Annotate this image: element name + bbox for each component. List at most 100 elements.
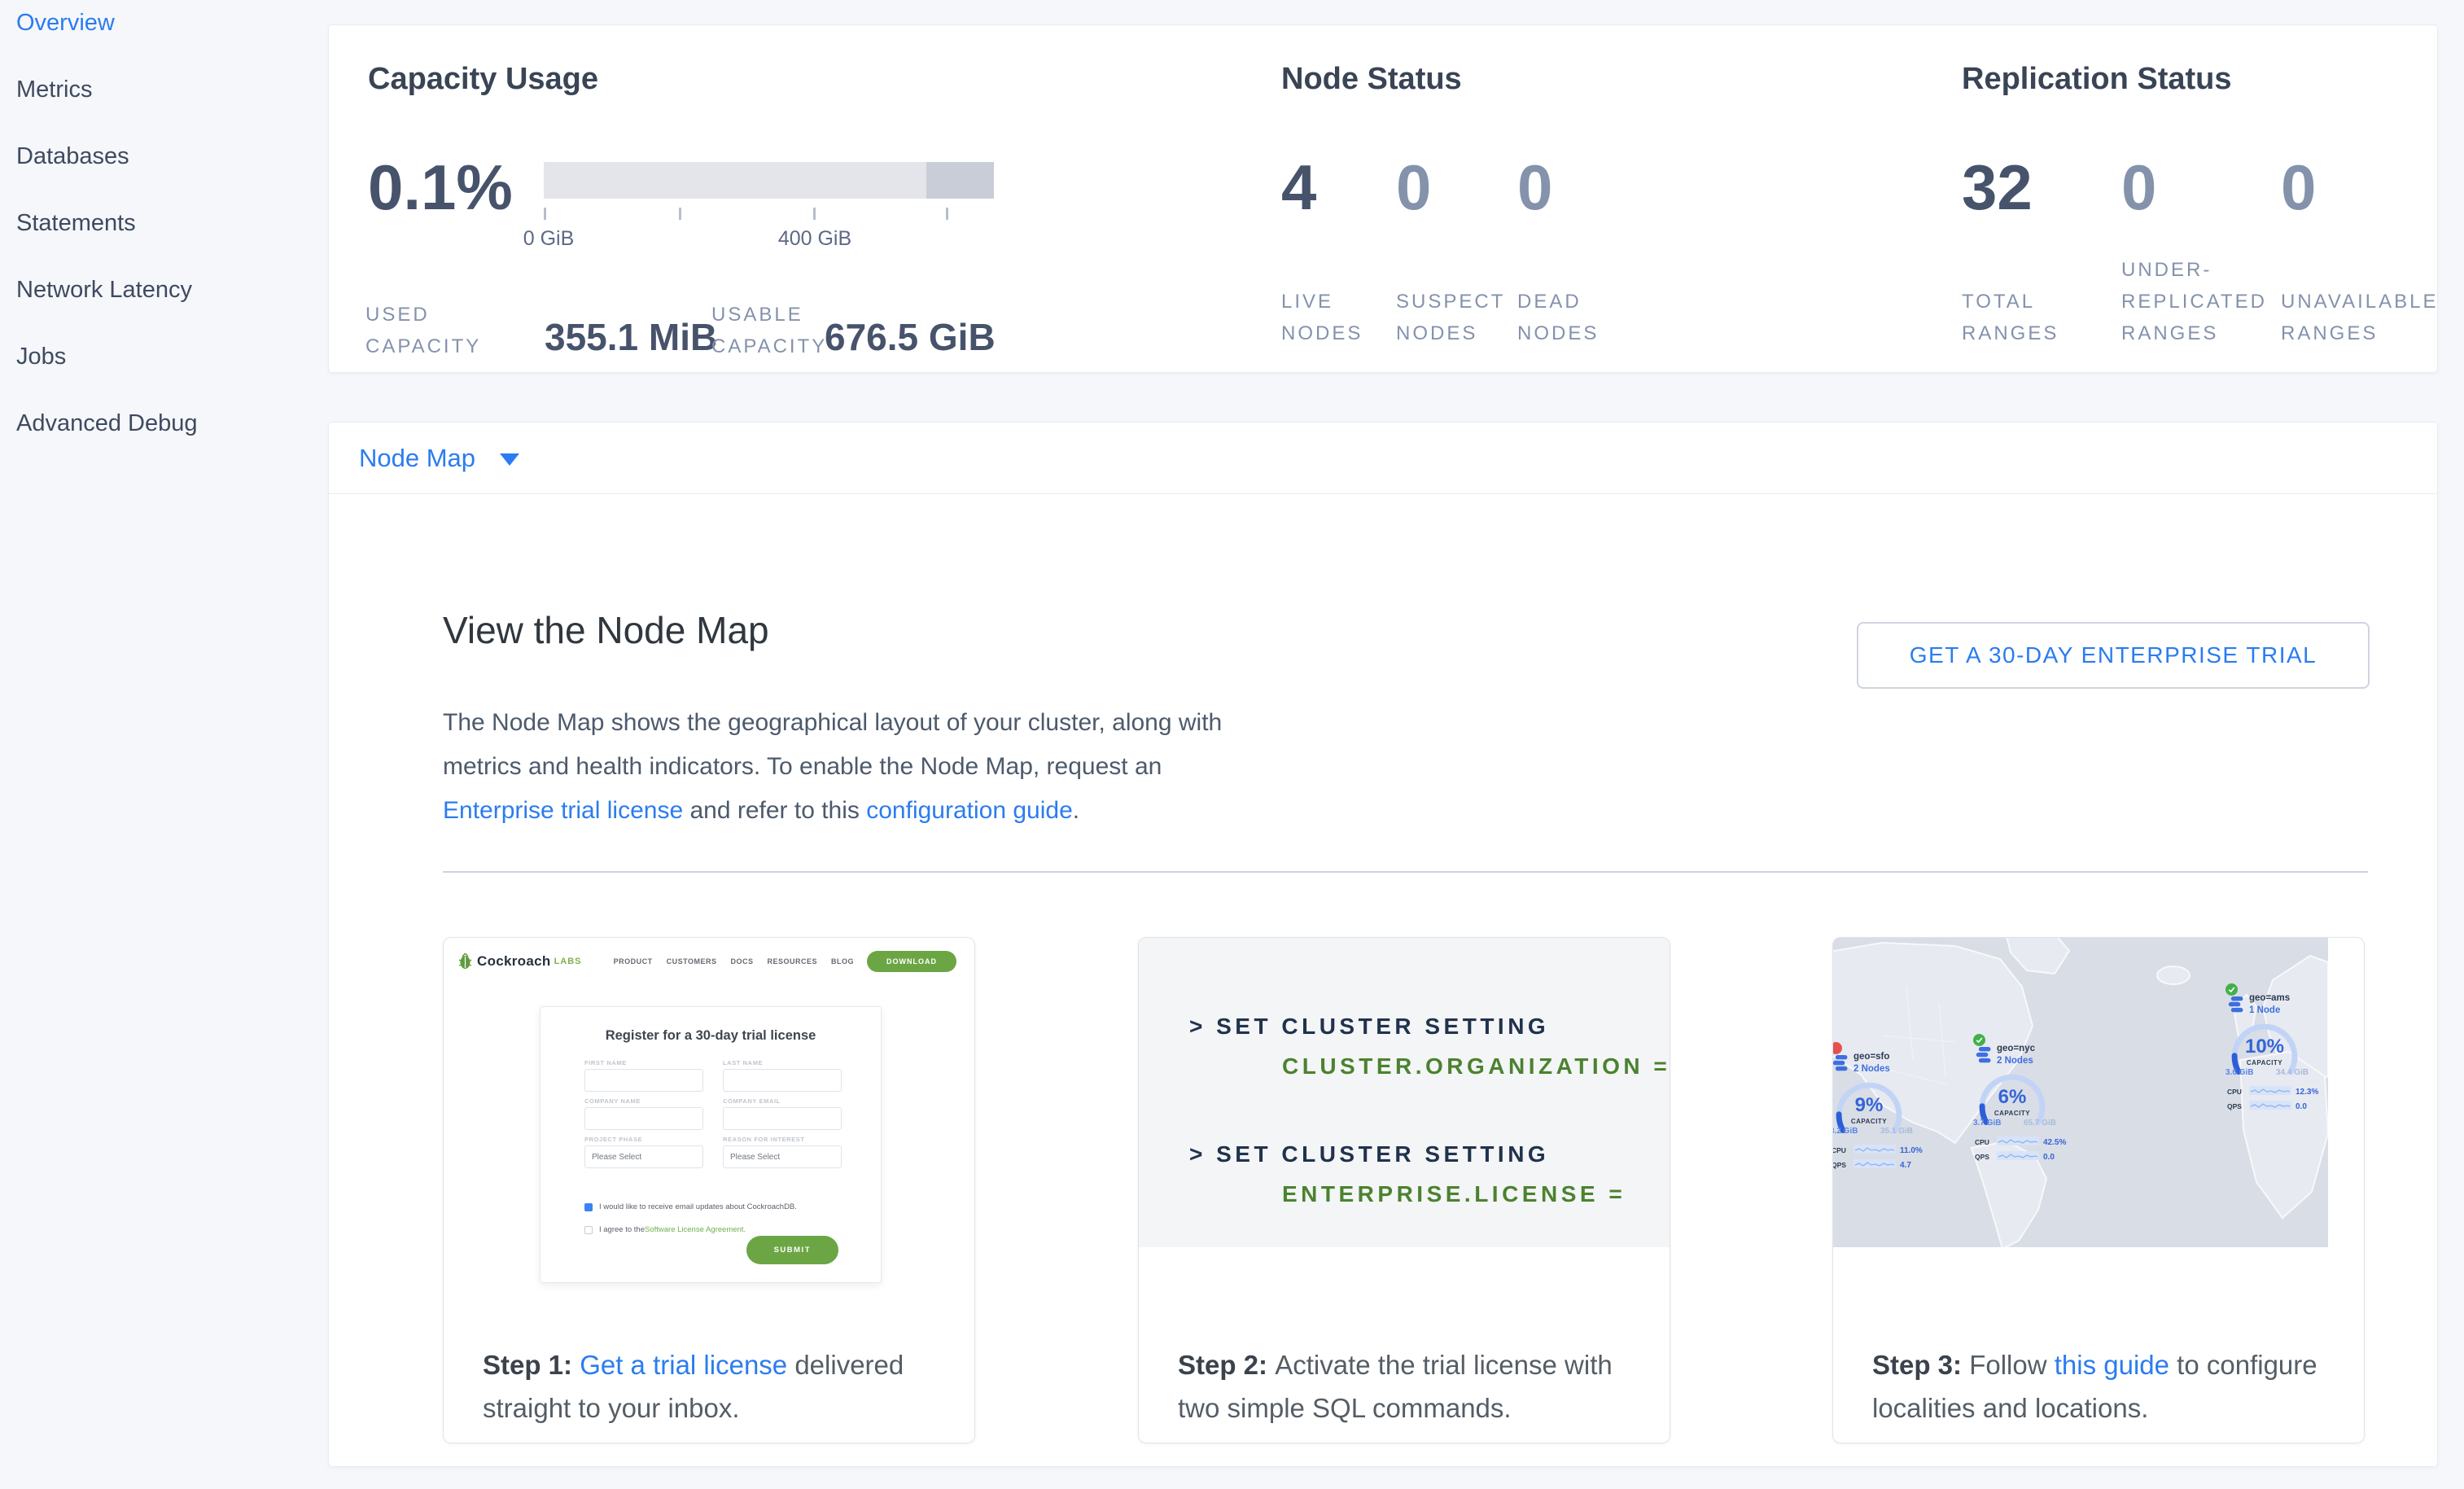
capacity-gauge-label: CAPACITY — [1833, 1118, 1908, 1125]
form-field-project-phase: PROJECT PHASE Please Select — [584, 1136, 703, 1168]
cpu-metric-row: CPU 11.0% — [1833, 1143, 1923, 1158]
replication-stat-label: UNAVAILABLE RANGES — [2281, 286, 2439, 349]
cockroach-labs-logo-icon — [458, 953, 472, 970]
node-status-ok-icon — [1973, 1034, 1985, 1046]
form-field-input: Please Select — [584, 1145, 703, 1168]
replication-status-title: Replication Status — [1962, 62, 2232, 97]
form-field-label: PROJECT PHASE — [584, 1136, 703, 1143]
step-1-card: Cockroach LABS PRODUCTCUSTOMERSDOCSRESOU… — [443, 937, 975, 1443]
qps-value: 4.7 — [1900, 1161, 1911, 1170]
get-trial-license-link[interactable]: Get a trial license — [580, 1350, 787, 1380]
license-agreement-label: I agree to the — [599, 1225, 645, 1234]
email-updates-checkbox-label: I would like to receive email updates ab… — [599, 1202, 797, 1211]
capacity-total-value: 34.4 GiB — [2276, 1068, 2309, 1077]
capacity-used-value: 3.2 GiB — [1833, 1127, 1858, 1136]
sidebar-item-advanced-debug[interactable]: Advanced Debug — [16, 410, 198, 437]
step-1-label: Step 1: — [483, 1350, 580, 1380]
this-guide-link[interactable]: this guide — [2055, 1350, 2169, 1380]
form-field-first-name: FIRST NAME — [584, 1059, 703, 1092]
mini-site-submit-button: SUBMIT — [746, 1236, 838, 1264]
description-text: The Node Map shows the geographical layo… — [443, 709, 1222, 780]
qps-metric-row: QPS 4.7 — [1833, 1158, 1911, 1172]
view-selector-label: Node Map — [359, 444, 475, 473]
used-capacity-value: 355.1 MiB — [545, 315, 717, 359]
cluster-summary-panel: Capacity Usage 0.1% 0 GiB 400 GiB USED C… — [328, 24, 2438, 373]
checkbox-unchecked-icon — [584, 1226, 593, 1234]
capacity-axis-tick — [813, 208, 816, 220]
step-1-caption: Step 1: Get a trial license delivered st… — [483, 1343, 943, 1430]
step-3-text: Follow — [1969, 1350, 2055, 1380]
capacity-axis-tick — [679, 208, 681, 220]
database-nodes-icon — [1833, 1054, 1849, 1076]
mini-site-nav-blog: BLOG — [831, 957, 854, 966]
description-text: . — [1073, 797, 1079, 824]
form-field-input — [723, 1107, 842, 1130]
sidebar-item-jobs[interactable]: Jobs — [16, 344, 66, 370]
sidebar-item-statements[interactable]: Statements — [16, 210, 136, 237]
replication-stat-value: 32 — [1962, 155, 2033, 219]
mini-site-nav-resources: RESOURCES — [767, 957, 817, 966]
locality-name: geo=sfo — [1853, 1052, 1889, 1062]
step-2-label: Step 2: — [1178, 1350, 1275, 1380]
node-stat-value: 0 — [1517, 155, 1552, 219]
form-field-input — [723, 1069, 842, 1092]
form-field-reason-for-interest: REASON FOR INTERESTPlease Select — [723, 1136, 842, 1168]
replication-stat-label: UNDER- REPLICATED RANGES — [2121, 254, 2267, 349]
enterprise-trial-license-link[interactable]: Enterprise trial license — [443, 797, 683, 824]
form-field-label: COMPANY NAME — [584, 1097, 703, 1105]
sidebar-item-databases[interactable]: Databases — [16, 143, 129, 170]
capacity-bar-track — [544, 162, 994, 199]
sidebar-item-metrics[interactable]: Metrics — [16, 77, 92, 103]
form-field-company-name: COMPANY NAME — [584, 1097, 703, 1130]
capacity-gauge-label: CAPACITY — [2225, 1059, 2304, 1066]
mini-site-nav-product: PRODUCT — [614, 957, 653, 966]
sql-setting-line: CLUSTER.ORGANIZATION = — [1282, 1053, 1670, 1080]
database-nodes-icon — [2228, 996, 2244, 1018]
cpu-sparkline — [1853, 1143, 1896, 1158]
node-stat-label: SUSPECT NODES — [1396, 286, 1505, 349]
checkbox-checked-icon — [584, 1203, 593, 1211]
sidebar-item-network-latency[interactable]: Network Latency — [16, 277, 192, 304]
trial-registration-form: Register for a 30-day trial license FIRS… — [540, 1006, 882, 1283]
capacity-axis-label-0: 0 GiB — [523, 227, 575, 251]
node-status-ok-icon — [2225, 983, 2238, 996]
qps-metric-row: QPS 0.0 — [1975, 1150, 2055, 1164]
cpu-metric-row: CPU12.3% — [2227, 1084, 2318, 1099]
mini-site-logo-labs: LABS — [554, 957, 582, 966]
replication-stat-value: 0 — [2281, 155, 2316, 219]
qps-label: QPS — [2227, 1102, 2245, 1110]
mini-site-download-button: DOWNLOAD — [867, 951, 956, 972]
used-capacity-label: USED CAPACITY — [365, 299, 481, 362]
step-3-label: Step 3: — [1872, 1350, 1969, 1380]
configuration-guide-link[interactable]: configuration guide — [866, 797, 1073, 824]
cpu-label: CPU — [1833, 1146, 1849, 1154]
software-license-agreement-link: Software License Agreement. — [645, 1225, 746, 1234]
form-field-label: COMPANY EMAIL — [723, 1097, 842, 1105]
qps-label: QPS — [1833, 1161, 1849, 1169]
sql-setting-line: ENTERPRISE.LICENSE = — [1282, 1181, 1626, 1207]
mini-site-nav-customers: CUSTOMERS — [667, 957, 717, 966]
sql-commands-preview: > SET CLUSTER SETTING CLUSTER.ORGANIZATIO… — [1139, 938, 1670, 1247]
form-field-last-name: LAST NAME — [723, 1059, 842, 1092]
capacity-total-value: 65.7 GiB — [2024, 1119, 2056, 1128]
capacity-used-value: 3.6 GiB — [2225, 1068, 2253, 1077]
sql-command-line: > SET CLUSTER SETTING — [1189, 1141, 1549, 1167]
node-map-preview: geo=sfo2 Nodes9%CAPACITY3.2 GiB35.1 GiBC… — [1833, 938, 2328, 1247]
node-stat-label: DEAD NODES — [1517, 286, 1599, 349]
qps-value: 0.0 — [2043, 1153, 2055, 1162]
replication-stat-value: 0 — [2121, 155, 2156, 219]
cpu-metric-row: CPU42.5% — [1975, 1135, 2066, 1150]
sidebar-item-overview[interactable]: Overview — [16, 10, 115, 37]
get-enterprise-trial-button[interactable]: GET A 30-DAY ENTERPRISE TRIAL — [1857, 622, 2370, 689]
cpu-value: 11.0% — [1900, 1146, 1923, 1155]
capacity-gauge-percent: 9% — [1833, 1094, 1908, 1117]
qps-sparkline — [1853, 1158, 1896, 1172]
capacity-bar: 0 GiB 400 GiB — [544, 162, 994, 406]
qps-label: QPS — [1975, 1153, 1993, 1161]
node-status-title: Node Status — [1281, 62, 1462, 97]
usable-capacity-label: USABLE CAPACITY — [711, 299, 827, 362]
node-stat-value: 0 — [1396, 155, 1431, 219]
email-updates-checkbox-row: I would like to receive email updates ab… — [584, 1202, 797, 1211]
capacity-axis-tick — [544, 208, 546, 220]
view-selector-dropdown[interactable]: Node Map — [329, 423, 2437, 494]
